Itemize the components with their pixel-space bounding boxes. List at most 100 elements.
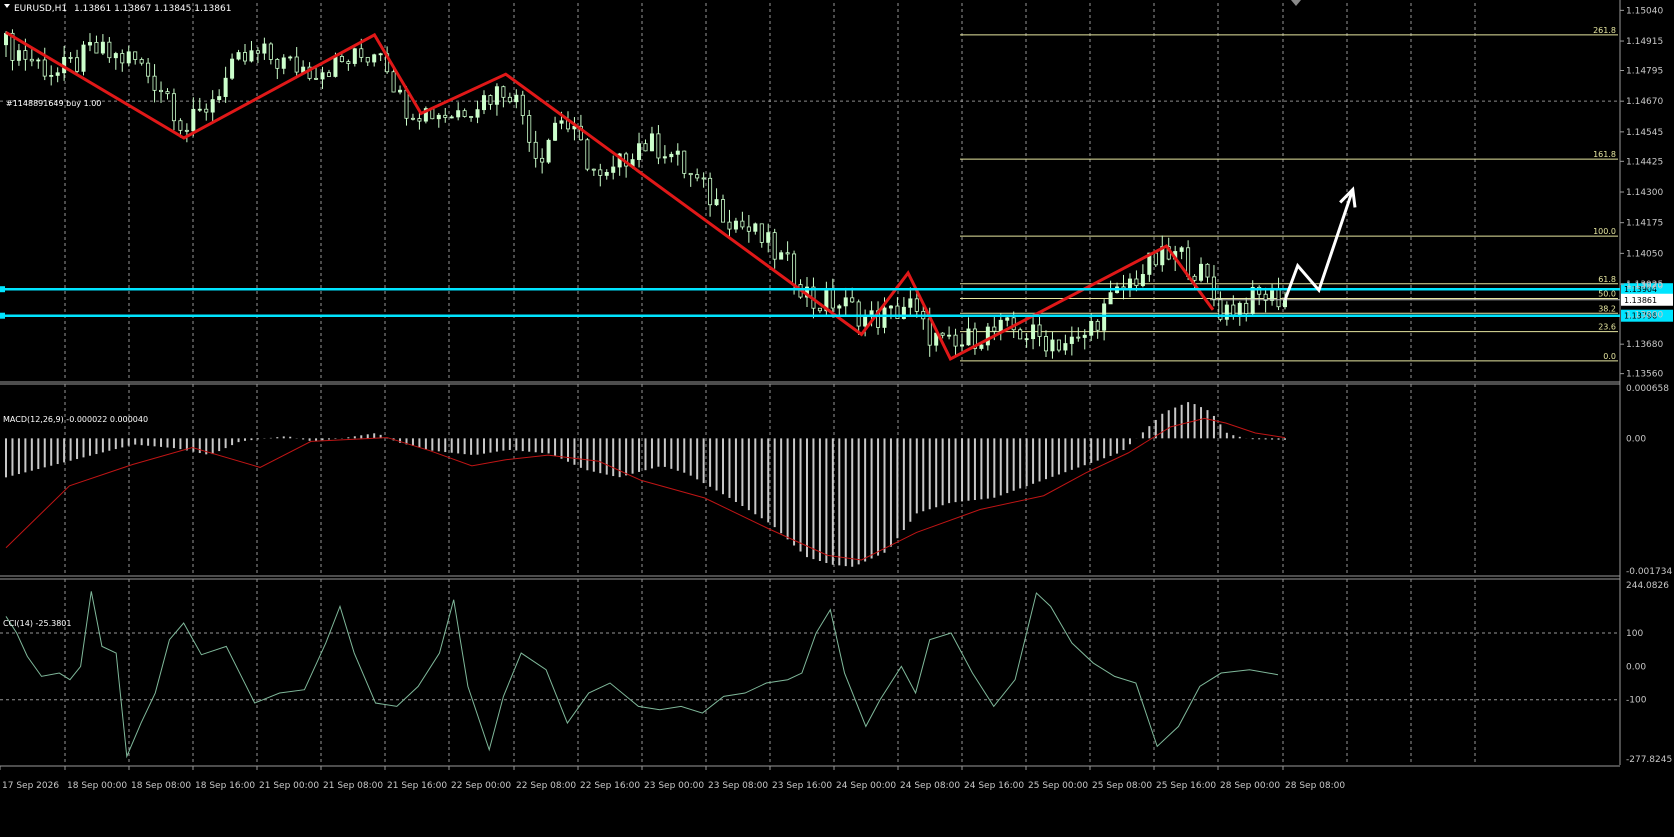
- candle-body: [404, 89, 409, 119]
- candle-body: [133, 51, 138, 60]
- candle-body: [107, 41, 112, 59]
- macd-axis-label: -0.001734: [1626, 567, 1672, 577]
- candle-body: [1199, 263, 1204, 281]
- fib-level-label: 100.0: [1593, 227, 1616, 236]
- candle-body: [611, 166, 616, 173]
- candle-body: [1037, 324, 1042, 337]
- candle-body: [126, 51, 131, 64]
- candle-body: [333, 56, 338, 77]
- candle-body: [436, 114, 441, 120]
- level-handle: [0, 312, 5, 319]
- candle-body: [643, 143, 648, 152]
- candle-body: [585, 139, 590, 170]
- candle-body: [223, 77, 228, 97]
- candle-body: [507, 96, 512, 103]
- candle-body: [449, 116, 454, 119]
- candle-body: [320, 72, 325, 80]
- candle-body: [1089, 320, 1094, 336]
- price-label: 1.14795: [1626, 67, 1663, 77]
- price-label: 1.13920: [1626, 281, 1663, 291]
- candle-body: [210, 99, 215, 113]
- candle-body: [740, 220, 745, 228]
- price-label: 1.15040: [1626, 6, 1663, 16]
- dropdown-triangle-icon[interactable]: [4, 4, 10, 8]
- candle-body: [29, 58, 34, 62]
- time-label: 24 Sep 08:00: [900, 781, 960, 791]
- candle-body: [669, 153, 674, 158]
- price-label: 1.14175: [1626, 219, 1663, 229]
- fib-level-label: 50.0: [1598, 290, 1616, 299]
- fib-level-label: 261.8: [1593, 26, 1616, 35]
- candle-body: [1127, 278, 1132, 289]
- candle-body: [953, 334, 958, 347]
- candle-body: [966, 328, 971, 346]
- price-label: 1.13560: [1626, 370, 1663, 380]
- candle-body: [733, 220, 738, 230]
- horizontal-levels[interactable]: 1.139041.137961.13861: [0, 283, 1673, 322]
- time-label: 25 Sep 08:00: [1092, 781, 1152, 791]
- candle-body: [721, 199, 726, 223]
- candle-body: [688, 172, 693, 176]
- candle-body: [475, 109, 480, 118]
- candle-body: [998, 319, 1003, 332]
- symbol-label: EURUSD,H1: [14, 4, 67, 14]
- candle-body: [772, 232, 777, 260]
- candle-body: [1250, 286, 1255, 315]
- candle-body: [940, 332, 945, 336]
- candle-body: [1237, 302, 1242, 316]
- candle-body: [204, 108, 209, 113]
- candle-body: [443, 114, 448, 118]
- candle-body: [378, 53, 383, 56]
- time-label: 24 Sep 16:00: [964, 781, 1024, 791]
- candle-body: [249, 50, 254, 62]
- fib-level-label: 161.8: [1593, 150, 1616, 159]
- candle-body: [947, 334, 952, 337]
- candle-body: [230, 58, 235, 79]
- candle-body: [759, 223, 764, 243]
- candle-body: [1134, 278, 1139, 287]
- candle-body: [372, 54, 377, 63]
- order-label[interactable]: #1148891649 buy 1.00: [6, 99, 101, 108]
- candle-body: [1069, 336, 1074, 344]
- candle-body: [714, 199, 719, 206]
- candle-body: [359, 48, 364, 58]
- candle-body: [255, 50, 260, 54]
- candle-body: [1024, 338, 1029, 341]
- candle-body: [1153, 252, 1158, 266]
- time-label: 23 Sep 08:00: [708, 781, 768, 791]
- candle-body: [55, 72, 60, 76]
- time-label: 25 Sep 00:00: [1028, 781, 1088, 791]
- candle-body: [830, 288, 835, 309]
- candle-body: [23, 50, 28, 60]
- candle-body: [927, 318, 932, 346]
- candle-body: [326, 72, 331, 77]
- candle-body: [1102, 303, 1107, 331]
- candle-body: [494, 86, 499, 105]
- fibonacci-retracement[interactable]: 261.8 161.8 100.0 61.8 50.0 38.2 23.6 0.0: [960, 26, 1618, 362]
- time-axis-labels: 17 Sep 2026 18 Sep 00:00 18 Sep 08:00 18 Se…: [0, 766, 1345, 791]
- candle-body: [553, 122, 558, 141]
- candle-body: [604, 172, 609, 176]
- candle-body: [217, 96, 222, 100]
- time-label: 25 Sep 16:00: [1156, 781, 1216, 791]
- price-label: 1.14300: [1626, 188, 1663, 198]
- candle-body: [146, 62, 151, 77]
- price-label: 1.14545: [1626, 128, 1663, 138]
- time-label: 21 Sep 16:00: [387, 781, 447, 791]
- candle-body: [462, 110, 467, 117]
- candle-body: [992, 326, 997, 332]
- candle-body: [662, 156, 667, 159]
- macd-title: MACD(12,26,9) -0.000022 0.000040: [3, 415, 148, 424]
- trading-chart[interactable]: 261.8 161.8 100.0 61.8 50.0 38.2 23.6 0.0 1.139…: [0, 0, 1674, 837]
- candle-body: [546, 139, 551, 163]
- candle-body: [753, 223, 758, 232]
- candle-body: [1018, 329, 1023, 340]
- candle-body: [16, 50, 21, 61]
- time-label: 22 Sep 16:00: [580, 781, 640, 791]
- candle-body: [1224, 304, 1229, 320]
- candle-body: [191, 108, 196, 132]
- price-label: 1.14425: [1626, 157, 1663, 167]
- cci-axis-label: 0.00: [1626, 662, 1646, 672]
- candle-body: [275, 59, 280, 69]
- candle-body: [1140, 274, 1145, 287]
